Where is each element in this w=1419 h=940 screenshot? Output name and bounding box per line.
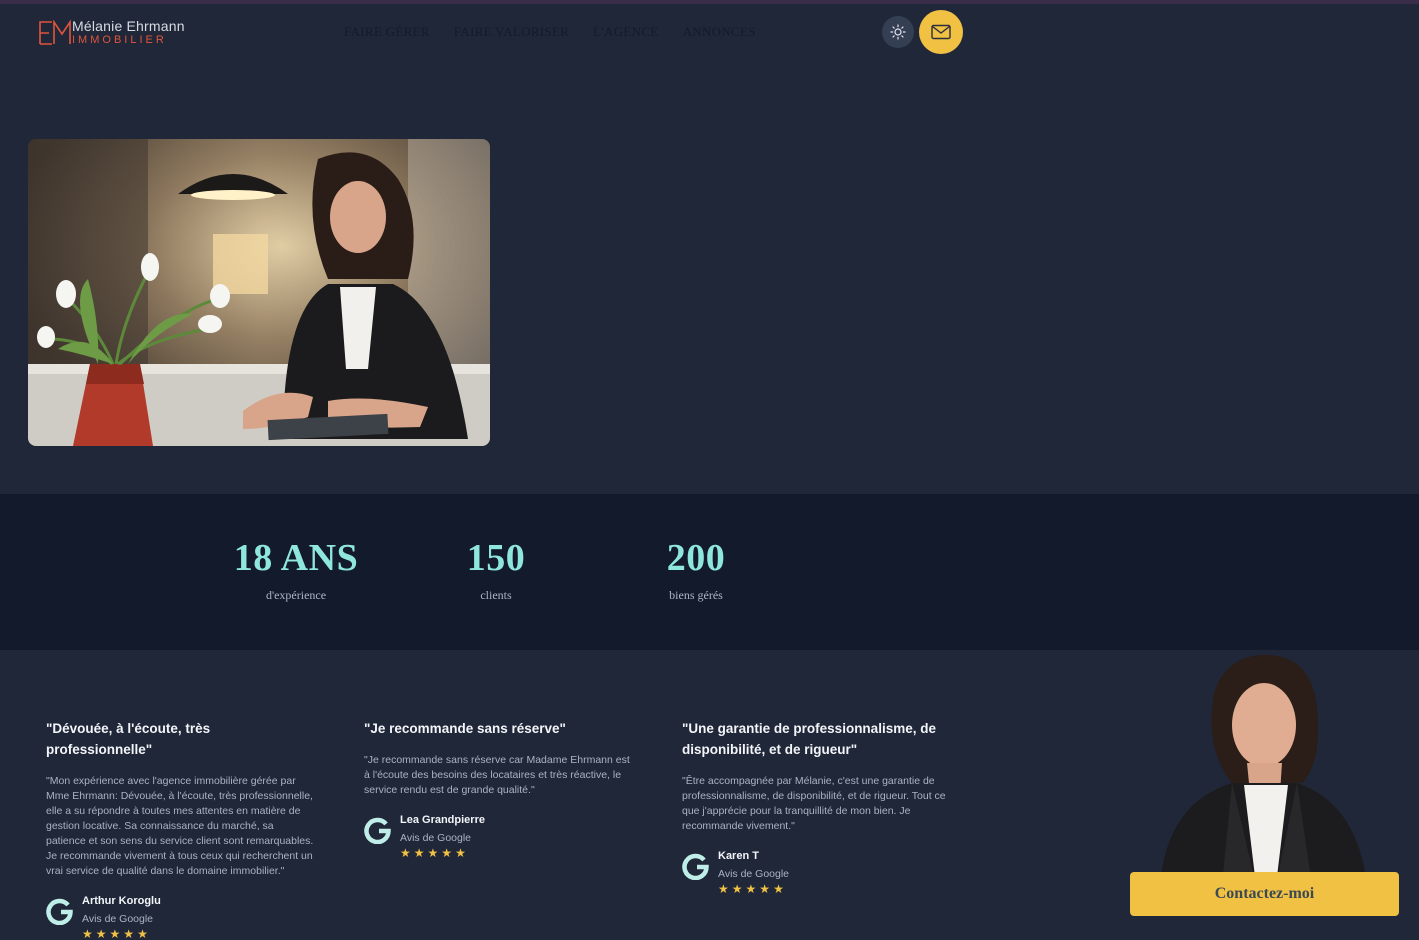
review-author: Arthur Koroglu Avis de Google ★ ★ ★ ★ ★ [46,895,316,940]
star-icon: ★ [745,882,757,896]
contact-cta-button[interactable]: Contactez-moi [1130,872,1399,916]
envelope-icon [931,24,951,40]
nav-faire-valoriser[interactable]: FAIRE VALORISER [454,24,569,40]
stat-label: biens gérés [669,588,723,602]
review-source: Avis de Google [400,832,472,844]
star-icon: ★ [455,846,466,860]
review-card: "Une garantie de professionnalisme, de d… [682,718,952,895]
logo-mark-icon [39,19,71,45]
review-body: "Je recommande sans réserve car Madame E… [364,754,630,796]
author-name: Arthur Koroglu [82,895,161,907]
stat-label: clients [480,588,512,602]
google-g-icon [46,898,73,925]
nav-annonces[interactable]: ANNONCES [683,24,756,40]
star-icon: ★ [413,846,425,860]
woman-at-desk-illustration [28,139,490,446]
star-rating: ★ ★ ★ ★ ★ [718,883,784,895]
stat-clients: 150 clients [396,534,596,603]
nav-agence[interactable]: L'AGENCE [593,24,658,40]
stat-label: d'expérience [265,588,327,602]
google-g-icon [364,817,391,844]
review-source: Avis de Google [718,868,790,880]
review-author: Lea Grandpierre Avis de Google ★ ★ ★ ★ ★ [364,814,634,859]
logo-subtitle: IMMOBILIER [72,34,167,46]
star-icon: ★ [441,846,453,860]
star-rating: ★ ★ ★ ★ ★ [82,928,148,940]
star-icon: ★ [427,846,439,860]
review-body: "Être accompagnée par Mélanie, c'est une… [682,775,946,832]
star-icon: ★ [109,927,121,940]
star-icon: ★ [137,927,148,940]
nav-faire-gerer[interactable]: FAIRE GÉRER [344,24,430,40]
sun-icon [890,24,906,40]
star-icon: ★ [773,882,784,896]
review-title: "Je recommande sans réserve" [364,721,566,736]
star-icon: ★ [123,927,135,940]
logo[interactable]: Mélanie Ehrmann IMMOBILIER [38,16,198,50]
star-rating: ★ ★ ★ ★ ★ [400,847,466,859]
portrait-photo [1152,653,1378,885]
review-body: "Mon expérience avec l'agence immobilièr… [46,775,314,877]
star-icon: ★ [718,882,729,896]
star-icon: ★ [82,927,93,940]
stat-value: 200 [666,537,726,579]
stat-properties: 200 biens gérés [596,534,796,603]
review-card: "Dévouée, à l'écoute, très professionnel… [46,718,316,940]
author-name: Karen T [718,850,759,862]
review-author: Karen T Avis de Google ★ ★ ★ ★ ★ [682,850,952,895]
top-accent-line [0,0,1419,4]
main-nav: FAIRE GÉRER FAIRE VALORISER L'AGENCE ANN… [344,24,756,40]
contact-mail-button[interactable] [919,10,963,54]
star-icon: ★ [95,927,107,940]
stat-experience: 18 ANS d'expérience [196,534,396,603]
google-g-icon [682,853,709,880]
star-icon: ★ [731,882,743,896]
review-title: "Une garantie de professionnalisme, de d… [682,721,936,757]
star-icon: ★ [759,882,771,896]
author-name: Lea Grandpierre [400,814,485,826]
star-icon: ★ [400,846,411,860]
theme-toggle-button[interactable] [882,16,914,48]
review-title: "Dévouée, à l'écoute, très professionnel… [46,721,211,757]
logo-name: Mélanie Ehrmann [72,18,185,34]
stats-band: 18 ANS d'expérience 150 clients 200 bien… [0,494,1419,650]
stat-value: 18 ANS [233,537,359,579]
review-card: "Je recommande sans réserve" "Je recomma… [364,718,634,859]
review-source: Avis de Google [82,913,154,925]
portrait-illustration [1160,654,1367,885]
stat-value: 150 [466,537,526,579]
hero-photo [28,139,490,446]
